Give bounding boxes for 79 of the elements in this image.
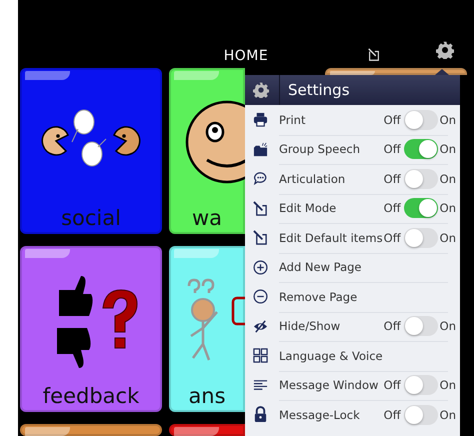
page-title: HOME xyxy=(224,48,268,64)
toggle-switch[interactable] xyxy=(404,110,438,130)
folder-tab xyxy=(174,427,219,436)
toggle-switch[interactable] xyxy=(404,375,438,396)
off-label: Off xyxy=(384,112,401,127)
settings-item[interactable]: Hide/Show Off On xyxy=(245,312,460,341)
settings-item[interactable]: Message-Lock Off On xyxy=(245,400,460,430)
menu-title: Settings xyxy=(279,75,350,105)
toggle-switch[interactable] xyxy=(404,228,438,248)
item-label: Edit Mode xyxy=(279,201,338,216)
lock-icon xyxy=(253,406,268,424)
on-label: On xyxy=(440,408,456,422)
settings-item[interactable]: Print Off On xyxy=(245,105,460,134)
tile-label: wa xyxy=(192,206,222,232)
grid-icon xyxy=(253,348,268,364)
off-label: Off xyxy=(384,172,401,186)
tile-label: social xyxy=(61,206,121,232)
settings-item[interactable]: Edit Mode Off On xyxy=(245,194,460,223)
folder-tab xyxy=(25,427,70,436)
toggle-switch[interactable] xyxy=(404,404,438,425)
item-label: Hide/Show xyxy=(279,319,342,334)
tile-label: feedback xyxy=(42,384,140,410)
folder-tab xyxy=(330,71,375,75)
edit-icon xyxy=(253,230,268,246)
toggle-switch[interactable] xyxy=(404,316,438,336)
settings-icon xyxy=(253,82,269,98)
folder-tile[interactable]: wa xyxy=(169,68,245,234)
settings-item[interactable]: Add New Page xyxy=(245,252,460,282)
settings-icon[interactable] xyxy=(436,41,454,59)
edit-mode-icon[interactable] xyxy=(367,48,381,62)
plus-circle-icon xyxy=(253,260,268,275)
item-label: Edit Default items xyxy=(279,230,384,245)
folder-tile[interactable] xyxy=(169,424,245,436)
off-label: Off xyxy=(384,201,401,216)
item-label: Language & Voice xyxy=(279,348,384,363)
off-label: Off xyxy=(384,319,401,334)
item-label: Print xyxy=(279,112,306,127)
settings-item[interactable]: Group Speech Off On xyxy=(245,134,460,164)
item-label: Message-Lock xyxy=(279,408,361,422)
on-label: On xyxy=(440,201,456,216)
settings-item[interactable]: Articulation Off On xyxy=(245,164,460,194)
folder-tile[interactable] xyxy=(20,424,162,436)
toggle-switch[interactable] xyxy=(404,139,438,160)
on-label: On xyxy=(440,230,456,245)
on-label: On xyxy=(440,378,456,392)
off-label: Off xyxy=(384,142,401,156)
folder-tab xyxy=(25,71,70,80)
printer-icon xyxy=(253,112,268,128)
on-label: On xyxy=(440,112,456,127)
tile-label: ans xyxy=(188,384,226,410)
on-label: On xyxy=(440,142,456,156)
settings-item[interactable]: Edit Default itemsOff On xyxy=(245,223,460,252)
folder-tile[interactable] xyxy=(325,68,467,75)
folder-tab xyxy=(174,71,219,80)
off-label: Off xyxy=(384,408,401,422)
off-label: Off xyxy=(384,230,401,245)
minus-circle-icon xyxy=(253,289,268,304)
item-label: Articulation xyxy=(279,172,346,186)
speech-bubble-icon xyxy=(253,171,268,186)
item-label: Remove Page xyxy=(279,290,358,304)
on-label: On xyxy=(440,319,456,334)
folder-tile[interactable]: ans xyxy=(169,246,245,412)
box-icon xyxy=(253,142,268,157)
eye-icon xyxy=(253,318,268,334)
on-label: On xyxy=(440,172,456,186)
settings-item[interactable]: Language & Voice xyxy=(245,341,460,370)
folder-tab xyxy=(25,249,70,258)
text-lines-icon xyxy=(253,378,268,393)
item-label: Message Window xyxy=(279,378,380,392)
edit-icon xyxy=(253,200,268,216)
off-label: Off xyxy=(384,378,401,392)
settings-item[interactable]: Message Window Off On xyxy=(245,370,460,400)
item-label: Group Speech xyxy=(279,142,362,156)
toggle-switch[interactable] xyxy=(404,198,438,218)
folder-tab xyxy=(174,249,219,258)
toggle-switch[interactable] xyxy=(404,168,438,189)
folder-tile[interactable]: feedback xyxy=(20,246,162,412)
item-label: Add New Page xyxy=(279,260,362,274)
settings-item[interactable]: Remove Page xyxy=(245,282,460,312)
